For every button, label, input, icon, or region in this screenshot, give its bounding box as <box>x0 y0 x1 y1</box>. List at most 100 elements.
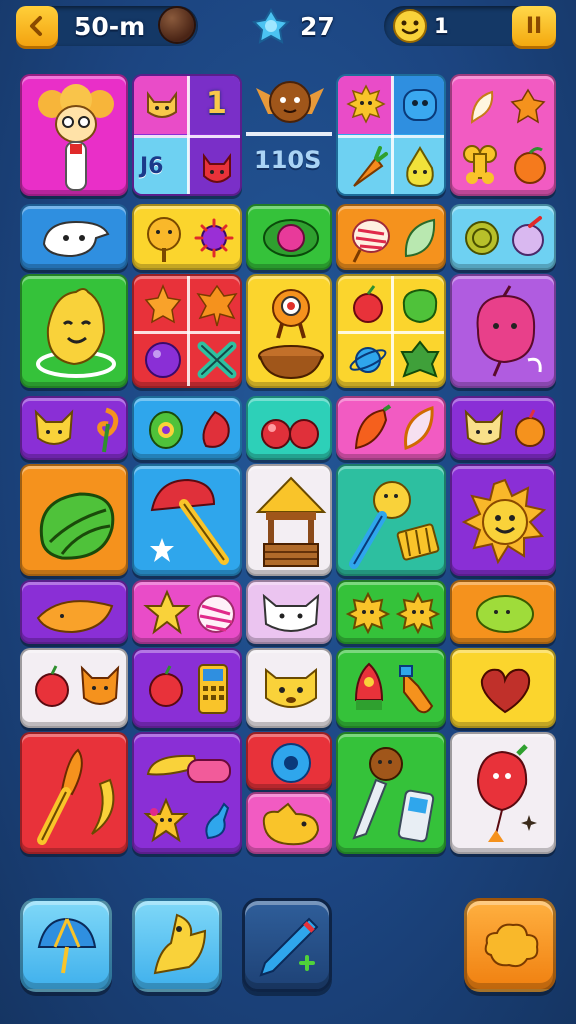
eggplant-icon <box>508 214 548 260</box>
star-shell-tile[interactable] <box>132 580 242 644</box>
cheese-icon <box>147 911 211 979</box>
lettuce-icon <box>398 282 442 328</box>
cat-face-icon <box>144 86 180 122</box>
cat-head-tile[interactable] <box>246 580 332 644</box>
sparkle-icon <box>520 814 538 832</box>
purple-orb-icon <box>142 338 184 382</box>
umbrella-powerup-button[interactable] <box>20 898 112 992</box>
sun-face-tile[interactable] <box>450 464 556 576</box>
calculator-icon <box>196 662 230 716</box>
back-button[interactable] <box>16 6 58 46</box>
pink-monster-icon <box>464 285 548 380</box>
bird-tile[interactable] <box>246 792 332 854</box>
cloud-shuffle-button[interactable] <box>464 898 556 992</box>
watermelon-tile[interactable] <box>20 464 128 576</box>
back-arrow-icon <box>26 15 48 37</box>
veggie-grid-tile[interactable] <box>336 274 446 388</box>
carrot-icon <box>346 146 388 190</box>
lime-tile[interactable] <box>450 580 556 644</box>
taco-tile[interactable] <box>20 580 128 644</box>
hamster-tile[interactable] <box>246 648 332 728</box>
ghost-cat-tile[interactable] <box>20 204 128 270</box>
hedgehog-icon <box>252 74 328 126</box>
leaf-grid-tile[interactable] <box>132 274 242 388</box>
star-icon <box>143 588 191 636</box>
purple-bug-icon <box>194 216 234 260</box>
orange-fruit-icon <box>508 86 548 128</box>
candy-icon <box>184 754 234 788</box>
cherries-tile[interactable] <box>246 396 332 460</box>
gazebo-tile[interactable] <box>246 464 332 576</box>
apple-fox-tile[interactable] <box>20 648 128 728</box>
eye-rose-tile[interactable] <box>132 396 242 460</box>
pen-plus-icon <box>255 911 323 981</box>
orange-leaf-icon <box>142 282 184 328</box>
fox-hook-tile[interactable] <box>20 396 128 460</box>
cherries-icon <box>258 406 324 454</box>
acorn-bug-tile[interactable] <box>132 204 242 270</box>
acorn-face-icon <box>144 212 184 264</box>
heart-tile[interactable] <box>450 648 556 728</box>
pepper-feather-tile[interactable] <box>336 396 446 460</box>
player-count: 1 <box>434 14 449 38</box>
lime-icon <box>472 590 538 638</box>
lemon-cat-tile[interactable] <box>20 274 128 388</box>
smiley-face-icon <box>392 8 428 44</box>
sun-face-icon <box>460 476 550 566</box>
hedgehog-tile[interactable]: 110S <box>246 74 332 196</box>
watermelon-icon <box>32 480 120 564</box>
sun-blob-tile[interactable] <box>336 74 446 196</box>
umbrella-icon <box>35 913 99 977</box>
knife-phone-tile[interactable] <box>336 732 446 854</box>
spinach-icon <box>398 338 442 382</box>
lemon-cat-icon <box>34 284 118 382</box>
rocket-bottle-tile[interactable] <box>336 648 446 728</box>
virus-icon <box>345 590 391 636</box>
bowl-icon <box>256 342 326 382</box>
pause-button[interactable]: II <box>512 6 556 46</box>
green-coin-icon <box>462 216 502 260</box>
number-one-icon: 1 <box>206 86 227 121</box>
flute-icon <box>396 522 440 562</box>
bottle-icon <box>198 800 234 842</box>
apple-icon <box>32 664 72 710</box>
cyclops-tile[interactable] <box>246 274 332 388</box>
fox-apple-tile[interactable] <box>450 396 556 460</box>
balloon-tile[interactable] <box>450 732 556 854</box>
gem-count: 27 <box>300 12 335 41</box>
feather-icon <box>396 404 440 454</box>
sun-face-icon <box>346 84 386 124</box>
blue-donut-icon <box>268 740 314 786</box>
knife-face-icon <box>348 742 404 846</box>
poodle-character-tile[interactable] <box>20 74 128 196</box>
star-face-icon <box>142 796 190 844</box>
gazebo-icon <box>254 472 328 572</box>
brush-banana-tile[interactable] <box>20 732 128 854</box>
cat-number-tile[interactable]: 1 J6 <box>132 74 242 196</box>
coin-bug-tile[interactable] <box>450 204 556 270</box>
banana-star-tile[interactable] <box>132 732 242 854</box>
top-hud: 50-m 27 1 II <box>0 0 576 58</box>
lollipop-tile[interactable] <box>336 464 446 576</box>
cyclops-icon <box>262 282 320 340</box>
poodle-character-icon <box>32 82 120 194</box>
cheese-powerup-button[interactable] <box>132 898 222 992</box>
rose-icon <box>194 406 236 454</box>
pink-orb-tile[interactable] <box>246 204 332 270</box>
taco-icon <box>32 592 120 636</box>
virus-tile[interactable] <box>336 580 446 644</box>
leaf-icon <box>400 216 440 262</box>
fruits-tile[interactable] <box>450 74 556 196</box>
shell-icon <box>350 214 392 264</box>
pen-add-button[interactable] <box>242 898 332 992</box>
brown-orb-icon <box>160 8 194 42</box>
shell-leaf-tile[interactable] <box>336 204 446 270</box>
donut-tile[interactable] <box>246 732 332 790</box>
pink-monster-tile[interactable] <box>450 274 556 388</box>
umbrella-tile[interactable] <box>132 464 242 576</box>
tomato-phone-tile[interactable] <box>132 648 242 728</box>
blue-blob-icon <box>400 86 440 124</box>
cat-head-icon <box>258 588 324 638</box>
maple-leaf-icon <box>196 282 238 328</box>
feather-icon <box>464 88 500 128</box>
